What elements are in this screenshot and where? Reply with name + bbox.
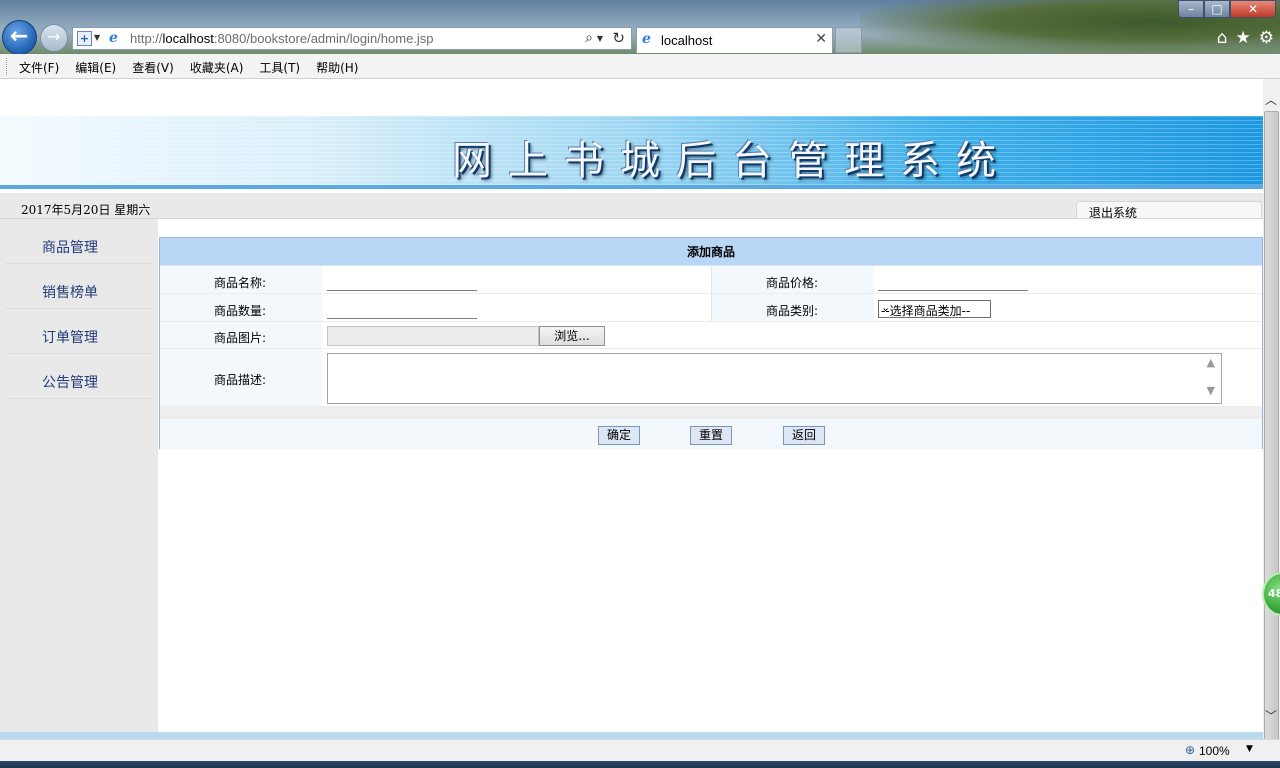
form-row-name-price: 商品名称: 商品价格: (160, 266, 1262, 294)
sidebar-item-label[interactable]: 商品管理 (6, 219, 152, 264)
product-description-textarea[interactable]: ▲ ▼ (327, 353, 1222, 404)
sidebar-item-sales-ranking[interactable]: 销售榜单 (6, 264, 152, 309)
url-text[interactable]: http://localhost:8080/bookstore/admin/lo… (130, 31, 434, 46)
toolbar-grip (6, 58, 9, 75)
sidebar-item-label[interactable]: 销售榜单 (6, 264, 152, 309)
os-taskbar (0, 761, 1280, 768)
menu-view[interactable]: 查看(V) (132, 59, 174, 76)
quantity-label: 商品数量: (213, 304, 266, 318)
sidebar-item-label[interactable]: 公告管理 (6, 354, 152, 399)
maximize-button[interactable]: □ (1204, 0, 1230, 18)
back-arrow-icon: ← (10, 24, 29, 49)
ie-logo-icon: e (109, 30, 118, 46)
image-label: 商品图片: (213, 331, 266, 345)
chevron-down-icon[interactable]: ▼ (597, 34, 603, 43)
scroll-up-icon[interactable]: ︿ (1265, 91, 1277, 108)
page-footer-strip (0, 732, 1263, 739)
price-label: 商品价格: (765, 276, 818, 290)
chevron-down-icon[interactable]: ▼ (94, 33, 100, 42)
add-product-form: 添加商品 商品名称: 商品价格: 商品数量: 商品类别: --选择商品类加-- … (159, 237, 1263, 449)
compat-view-icon[interactable]: + (77, 31, 92, 46)
zoom-icon[interactable]: ⊕ (1185, 743, 1195, 757)
browser-tab[interactable]: e localhost ✕ (636, 27, 833, 53)
name-label-cell: 商品名称: (160, 266, 322, 293)
search-icon[interactable]: ⌕ (585, 30, 593, 46)
banner-title: 网上书城后台管理系统 (452, 138, 1012, 184)
scroll-down-icon[interactable]: ▼ (1207, 384, 1215, 397)
menu-edit[interactable]: 编辑(E) (75, 59, 116, 76)
new-tab-button[interactable] (835, 27, 862, 53)
site-banner: 网上书城后台管理系统 (0, 116, 1263, 189)
browser-tools: ⌂ ★ ⚙ (1217, 28, 1274, 48)
tab-title: localhost (661, 33, 713, 48)
ie-logo-icon: e (642, 31, 651, 47)
category-select[interactable]: --选择商品类加-- ⌄ (878, 300, 991, 318)
page-scrollbar[interactable]: ︿ ﹀ (1263, 79, 1280, 751)
form-row-quantity-category: 商品数量: 商品类别: --选择商品类加-- ⌄ (160, 294, 1262, 322)
chevron-down-icon[interactable]: ⌄ (881, 301, 988, 314)
refresh-icon[interactable]: ↻ (612, 29, 625, 47)
scroll-up-icon[interactable]: ▲ (1207, 356, 1215, 369)
browse-button[interactable]: 浏览... (539, 326, 605, 346)
page-viewport: 网上书城后台管理系统 2017年5月20日 星期六 退出系统 商品管理 销售榜单… (0, 79, 1263, 739)
minimize-button[interactable]: – (1178, 0, 1204, 18)
close-tab-icon[interactable]: ✕ (815, 31, 827, 47)
quantity-label-cell: 商品数量: (160, 294, 322, 321)
product-name-input[interactable] (327, 269, 477, 291)
description-label-cell: 商品描述: (160, 349, 322, 406)
logout-tab[interactable]: 退出系统 (1076, 201, 1262, 221)
scrollbar-thumb[interactable] (1264, 111, 1279, 751)
floating-widget-value: 48 (1268, 587, 1280, 600)
back-link-button[interactable]: 返回 (783, 426, 825, 445)
image-label-cell: 商品图片: (160, 322, 322, 348)
current-date: 2017年5月20日 星期六 (21, 203, 151, 217)
name-label: 商品名称: (213, 276, 266, 290)
browser-chrome: ← → + ▼ e http://localhost:8080/bookstor… (0, 0, 1280, 55)
product-price-input[interactable] (878, 269, 1028, 291)
back-button[interactable]: ← (2, 20, 37, 55)
form-spacer (160, 407, 1262, 419)
sidebar-item-notice-management[interactable]: 公告管理 (6, 354, 152, 399)
window-controls: – □ ✕ (1178, 0, 1276, 18)
favorites-star-icon[interactable]: ★ (1236, 28, 1251, 48)
menu-tools[interactable]: 工具(T) (259, 59, 300, 76)
forward-button[interactable]: → (40, 24, 68, 52)
form-row-image: 商品图片: 浏览... (160, 322, 1262, 349)
form-row-description: 商品描述: ▲ ▼ (160, 349, 1262, 407)
menu-bar: 文件(F) 编辑(E) 查看(V) 收藏夹(A) 工具(T) 帮助(H) (0, 54, 1280, 79)
form-title: 添加商品 (160, 238, 1262, 266)
info-bar: 2017年5月20日 星期六 退出系统 (0, 193, 1263, 221)
menu-help[interactable]: 帮助(H) (316, 59, 358, 76)
price-label-cell: 商品价格: (712, 266, 874, 293)
sidebar: 商品管理 销售榜单 订单管理 公告管理 (0, 219, 158, 739)
chevron-down-icon[interactable]: ▼ (1246, 744, 1253, 754)
sidebar-item-product-management[interactable]: 商品管理 (6, 219, 152, 264)
scroll-down-icon[interactable]: ﹀ (1265, 707, 1277, 724)
status-bar: ⊕ 100% ▼ (0, 739, 1280, 761)
product-quantity-input[interactable] (327, 297, 477, 319)
category-label-cell: 商品类别: (712, 294, 874, 321)
sidebar-item-order-management[interactable]: 订单管理 (6, 309, 152, 354)
close-window-button[interactable]: ✕ (1230, 0, 1276, 18)
category-label: 商品类别: (765, 304, 818, 318)
menu-file[interactable]: 文件(F) (19, 59, 59, 76)
logout-link[interactable]: 退出系统 (1089, 204, 1137, 221)
image-file-path[interactable] (327, 326, 539, 346)
description-label: 商品描述: (213, 373, 266, 387)
forward-arrow-icon: → (47, 27, 61, 46)
form-actions: 确定 重置 返回 (160, 419, 1262, 449)
settings-gear-icon[interactable]: ⚙ (1259, 28, 1274, 48)
address-bar[interactable]: + ▼ e http://localhost:8080/bookstore/ad… (72, 27, 632, 50)
home-icon[interactable]: ⌂ (1217, 28, 1228, 48)
menu-favorites[interactable]: 收藏夹(A) (190, 59, 244, 76)
sidebar-item-label[interactable]: 订单管理 (6, 309, 152, 354)
reset-button[interactable]: 重置 (690, 426, 732, 445)
confirm-button[interactable]: 确定 (598, 426, 640, 445)
zoom-level[interactable]: 100% (1199, 744, 1230, 758)
